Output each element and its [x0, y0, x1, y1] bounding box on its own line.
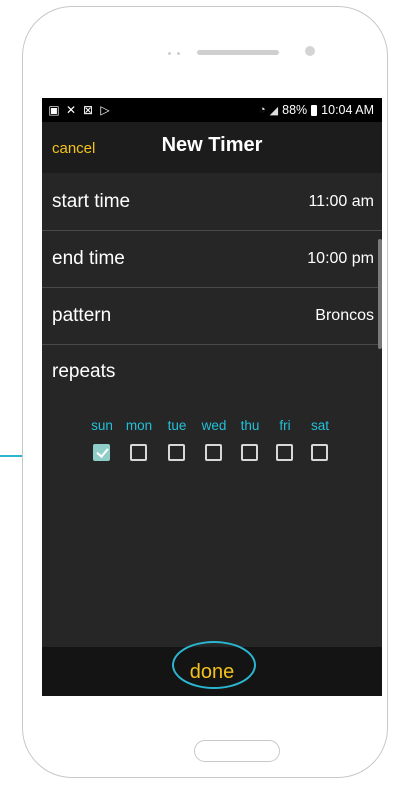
day-selector: sun mon tue wed thu fri sat: [84, 418, 344, 468]
wifi-icon: ◔: [259, 104, 266, 116]
day-mon[interactable]: mon: [121, 418, 157, 468]
day-thu[interactable]: thu: [232, 418, 268, 468]
day-checkbox[interactable]: [93, 444, 110, 461]
day-checkbox[interactable]: [168, 444, 185, 461]
start-time-label: start time: [52, 191, 131, 212]
status-bar: ▣ ✕ ⊠ ▷ ◔ ◢ 88% 10:04 AM: [42, 98, 382, 122]
day-label: sat: [310, 418, 329, 433]
home-button[interactable]: [194, 740, 280, 762]
repeats-label: repeats: [52, 361, 116, 382]
day-label: thu: [240, 418, 260, 433]
notification-icons: ▣ ✕ ⊠ ▷: [48, 102, 111, 118]
end-time-row[interactable]: end time 10:00 pm: [42, 231, 382, 288]
stage: ▣ ✕ ⊠ ▷ ◔ ◢ 88% 10:04 AM New Timer cance…: [0, 0, 408, 785]
app-screen: ▣ ✕ ⊠ ▷ ◔ ◢ 88% 10:04 AM New Timer cance…: [42, 98, 382, 696]
sensor-dots: [168, 52, 186, 56]
day-sun[interactable]: sun: [84, 418, 120, 468]
play-icon: ▷: [100, 103, 110, 117]
close-box-icon: ⊠: [82, 103, 94, 117]
image-icon: ▣: [48, 103, 60, 117]
end-time-value: 10:00 pm: [307, 250, 374, 267]
day-tue[interactable]: tue: [159, 418, 195, 468]
start-time-value: 11:00 am: [308, 193, 374, 210]
app-bar: New Timer cancel: [42, 122, 382, 173]
pattern-row[interactable]: pattern Broncos: [42, 288, 382, 345]
signal-icon: ◢: [269, 104, 279, 117]
day-checkbox[interactable]: [241, 444, 258, 461]
battery-icon: [311, 104, 318, 116]
cancel-button[interactable]: cancel: [52, 140, 95, 157]
battery-percent: 88%: [282, 103, 308, 117]
day-checkbox[interactable]: [130, 444, 147, 461]
scrollbar[interactable]: [378, 239, 382, 349]
day-wed[interactable]: wed: [196, 418, 232, 468]
highlight-ring: [172, 641, 256, 689]
day-checkbox[interactable]: [276, 444, 293, 461]
status-right: ◔ ◢ 88% 10:04 AM: [259, 102, 374, 118]
end-time-label: end time: [52, 248, 125, 269]
day-label: sun: [91, 418, 113, 433]
pattern-label: pattern: [52, 305, 112, 326]
status-time: 10:04 AM: [321, 103, 374, 117]
speaker-grille: [197, 50, 279, 55]
day-checkbox[interactable]: [311, 444, 328, 461]
day-fri[interactable]: fri: [267, 418, 303, 468]
pattern-value: Broncos: [315, 307, 374, 324]
day-label: wed: [201, 418, 227, 433]
front-camera: [305, 46, 315, 56]
day-label: tue: [167, 418, 187, 433]
day-label: mon: [125, 418, 153, 433]
shuffle-icon: ✕: [65, 103, 77, 117]
day-checkbox[interactable]: [205, 444, 222, 461]
day-sat[interactable]: sat: [302, 418, 338, 468]
day-label: fri: [279, 418, 291, 433]
start-time-row[interactable]: start time 11:00 am: [42, 174, 382, 231]
